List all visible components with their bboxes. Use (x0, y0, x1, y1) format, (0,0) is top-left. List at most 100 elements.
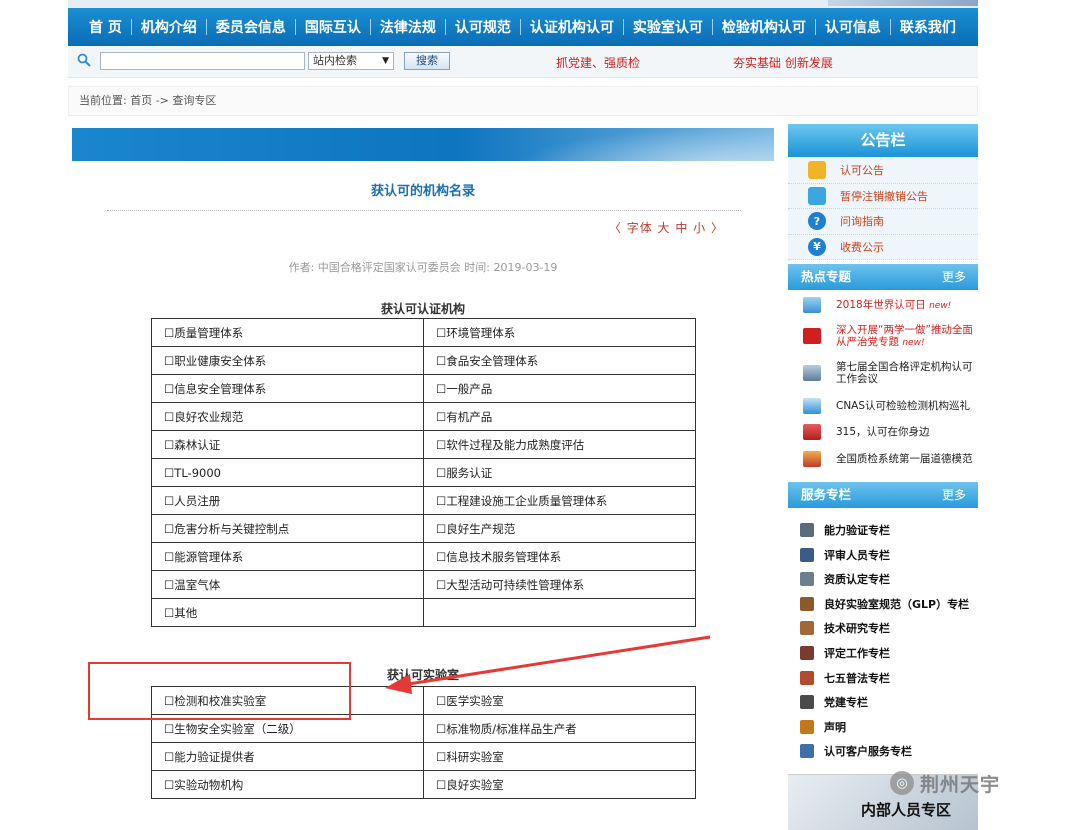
evaluation-icon (800, 646, 814, 660)
service-item[interactable]: 评审人员专栏 (788, 544, 978, 566)
category-cell[interactable]: ☐实验动物机构 (151, 770, 424, 799)
hot-topic-item[interactable]: 315，认可在你身边 (788, 423, 978, 441)
category-cell (423, 598, 696, 627)
table-row: ☐良好农业规范 ☐有机产品 (151, 402, 696, 431)
nav-specs[interactable]: 认可规范 (446, 17, 520, 37)
service-item[interactable]: 声明 (788, 716, 978, 738)
service-item[interactable]: 七五普法专栏 (788, 667, 978, 689)
service-label: 资质认定专栏 (824, 573, 890, 587)
hot-topic-item[interactable]: 全国质检系统第一届道德模范 (788, 446, 978, 472)
category-cell[interactable]: ☐标准物质/标准样品生产者 (423, 714, 696, 743)
nav-inspection[interactable]: 检验机构认可 (713, 17, 815, 37)
hot-topics-more-link[interactable]: 更多 (942, 264, 966, 290)
table-row: ☐职业健康安全体系 ☐食品安全管理体系 (151, 346, 696, 375)
category-cell[interactable]: ☐质量管理体系 (151, 318, 424, 347)
hot-topic-label: 全国质检系统第一届道德模范 (836, 453, 973, 465)
annotation-arrow-icon (385, 635, 711, 694)
notice-item-suspension[interactable]: 暂停注销撤销公告 (788, 183, 978, 209)
notice-item-inquiry[interactable]: ? 问询指南 (788, 209, 978, 235)
notice-label: 问询指南 (840, 215, 884, 229)
table-row: ☐信息安全管理体系 ☐一般产品 (151, 374, 696, 403)
category-cell[interactable]: ☐软件过程及能力成熟度评估 (423, 430, 696, 459)
question-icon: ? (808, 212, 826, 231)
notice-label: 暂停注销撤销公告 (840, 189, 928, 203)
service-item[interactable]: 良好实验室规范（GLP）专栏 (788, 593, 978, 615)
category-cell[interactable]: ☐其他 (151, 598, 424, 627)
category-cell[interactable]: ☐能源管理体系 (151, 542, 424, 571)
nav-info[interactable]: 认可信息 (816, 17, 890, 37)
new-badge: new! (929, 300, 952, 311)
slogan-left: 抓党建、强质检 (556, 56, 641, 70)
service-item[interactable]: 能力验证专栏 (788, 519, 978, 541)
notice-label: 认可公告 (840, 164, 884, 178)
nav-cert-body[interactable]: 认证机构认可 (521, 17, 623, 37)
category-cell[interactable]: ☐温室气体 (151, 570, 424, 599)
services-more-link[interactable]: 更多 (942, 482, 966, 508)
service-item[interactable]: 党建专栏 (788, 691, 978, 713)
service-item[interactable]: 评定工作专栏 (788, 642, 978, 664)
section-title-cert: 获认可认证机构 (380, 302, 465, 316)
table-row: ☐温室气体 ☐大型活动可持续性管理体系 (151, 570, 696, 599)
category-cell[interactable]: ☐科研实验室 (423, 742, 696, 771)
category-cell[interactable]: ☐TL-9000 (151, 458, 424, 487)
table-row: ☐能力验证提供者 ☐科研实验室 (151, 742, 696, 771)
category-cell[interactable]: ☐环境管理体系 (423, 318, 696, 347)
nav-home[interactable]: 首 页 (80, 17, 131, 37)
hot-topic-item[interactable]: 第七届全国合格评定机构认可工作会议 (788, 360, 978, 386)
category-cell[interactable]: ☐一般产品 (423, 374, 696, 403)
service-item[interactable]: 认可客户服务专栏 (788, 740, 978, 762)
search-button[interactable]: 搜索 (404, 52, 450, 70)
search-scope-value: 站内检索 (313, 54, 357, 67)
notice-item-fees[interactable]: ¥ 收费公示 (788, 234, 978, 260)
search-scope-select[interactable]: 站内检索 ▼ (308, 52, 394, 70)
category-cell[interactable]: ☐服务认证 (423, 458, 696, 487)
category-cell[interactable]: ☐良好实验室 (423, 770, 696, 799)
notice-list: 认可公告 暂停注销撤销公告 ? 问询指南 ¥ 收费公示 (788, 158, 978, 260)
meeting-icon (803, 365, 821, 381)
category-cell[interactable]: ☐危害分析与关键控制点 (151, 514, 424, 543)
service-item[interactable]: 技术研究专栏 (788, 617, 978, 639)
category-cell[interactable]: ☐能力验证提供者 (151, 742, 424, 771)
category-cell[interactable]: ☐食品安全管理体系 (423, 346, 696, 375)
cnas-icon (803, 398, 821, 414)
service-label: 评定工作专栏 (824, 647, 890, 660)
nav-about[interactable]: 机构介绍 (132, 17, 206, 37)
category-cell[interactable]: ☐有机产品 (423, 402, 696, 431)
nav-lab[interactable]: 实验室认可 (624, 17, 712, 37)
category-cell[interactable]: ☐人员注册 (151, 486, 424, 515)
search-icon (77, 53, 91, 67)
nav-laws[interactable]: 法律法规 (371, 17, 445, 37)
category-cell[interactable]: ☐大型活动可持续性管理体系 (423, 570, 696, 599)
search-input[interactable] (100, 52, 305, 70)
font-size-control[interactable]: 〈 字体 大 中 小 〉 (609, 219, 724, 236)
table-row: ☐危害分析与关键控制点 ☐良好生产规范 (151, 514, 696, 543)
article-meta: 作者: 中国合格评定国家认可委员会 时间: 2019-03-19 (288, 261, 558, 274)
category-cell[interactable]: ☐良好农业规范 (151, 402, 424, 431)
statement-icon (800, 719, 814, 734)
internal-staff-label: 内部人员专区 (861, 801, 952, 819)
certificate-icon (800, 572, 814, 587)
hot-topic-item[interactable]: 2018年世界认可日 new! (788, 296, 978, 314)
reviewer-icon (800, 547, 814, 562)
glp-icon (800, 596, 814, 611)
hot-topic-item[interactable]: 深入开展“两学一做”推动全面从严治党专题 new! (788, 323, 978, 349)
category-cell[interactable]: ☐森林认证 (151, 430, 424, 459)
category-cell[interactable]: ☐信息技术服务管理体系 (423, 542, 696, 571)
category-cell[interactable]: ☐职业健康安全体系 (151, 346, 424, 375)
service-item[interactable]: 资质认定专栏 (788, 568, 978, 590)
nav-international[interactable]: 国际互认 (296, 17, 370, 37)
nav-committee[interactable]: 委员会信息 (207, 17, 295, 37)
chevron-down-icon: ▼ (382, 56, 389, 66)
category-cell[interactable]: ☐工程建设施工企业质量管理体系 (423, 486, 696, 515)
notice-item-accreditation[interactable]: 认可公告 (788, 158, 978, 184)
hot-topic-item[interactable]: CNAS认可检验检测机构巡礼 (788, 397, 978, 415)
globe-icon (803, 297, 821, 313)
customer-icon (800, 744, 814, 759)
category-cell[interactable]: ☐良好生产规范 (423, 514, 696, 543)
table-row: ☐森林认证 ☐软件过程及能力成熟度评估 (151, 430, 696, 459)
nav-contact[interactable]: 联系我们 (891, 17, 965, 37)
services-title: 服务专栏 (801, 487, 852, 502)
category-cell[interactable]: ☐信息安全管理体系 (151, 374, 424, 403)
service-label: 声明 (824, 720, 846, 734)
party-icon (800, 695, 814, 710)
